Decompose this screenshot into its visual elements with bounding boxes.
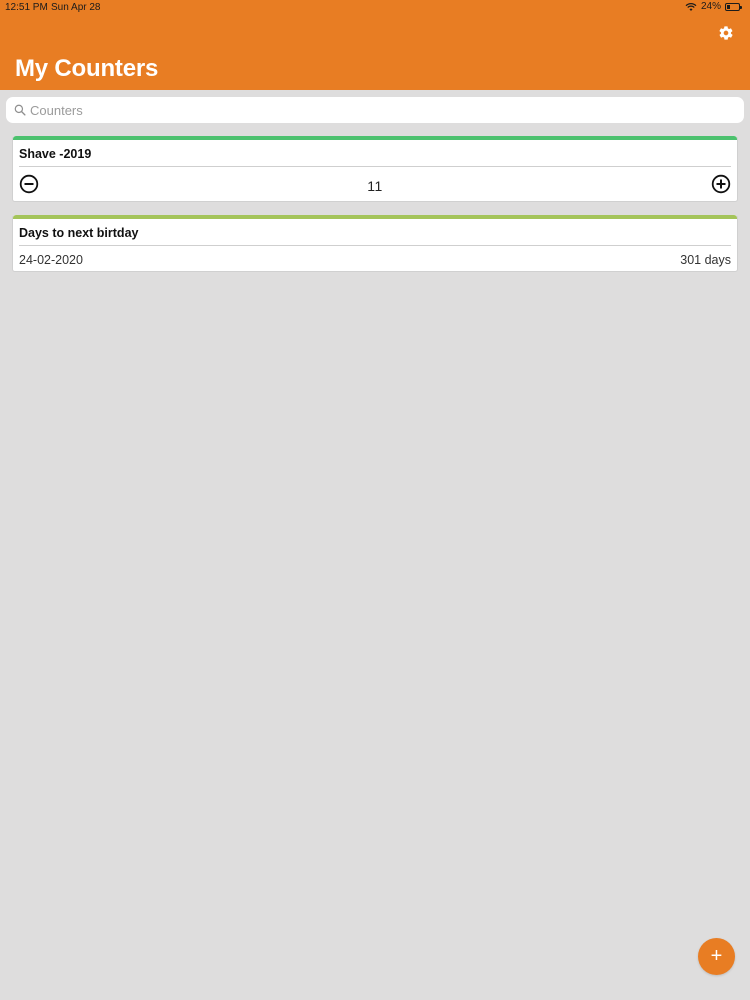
plus-icon: +	[710, 945, 723, 967]
search-input[interactable]	[30, 102, 720, 118]
date-counter-details: 24-02-2020 301 days	[13, 246, 737, 271]
date-counter-card-title: Days to next birtday	[19, 226, 139, 240]
counter-value: 11	[367, 178, 383, 194]
date-counter-card[interactable]: Days to next birtday 24-02-2020 301 days	[12, 215, 738, 272]
counter-controls: 11	[13, 167, 737, 201]
status-indicators: 24%	[685, 1, 742, 12]
add-counter-button[interactable]: +	[698, 938, 735, 975]
battery-percent: 24%	[700, 1, 721, 12]
status-date: Sun Apr 28	[51, 2, 101, 13]
search-icon	[14, 104, 26, 116]
status-bar: 12:51 PM Sun Apr 28 24%	[0, 0, 750, 16]
header-bar: 12:51 PM Sun Apr 28 24% My Counters	[0, 0, 750, 90]
counter-card-title: Shave -2019	[19, 147, 92, 161]
page-title: My Counters	[15, 55, 159, 82]
date-counter-date: 24-02-2020	[19, 253, 83, 267]
increment-button[interactable]	[711, 174, 731, 194]
app: 12:51 PM Sun Apr 28 24% My Counters Coun…	[0, 0, 750, 1000]
battery-level	[727, 4, 730, 9]
search-bar[interactable]	[6, 97, 744, 123]
battery-icon	[725, 2, 742, 11]
gear-icon[interactable]	[718, 25, 734, 41]
wifi-icon	[685, 2, 697, 11]
counter-card[interactable]: Shave -2019 11	[12, 136, 738, 202]
date-counter-days: 301 days	[680, 253, 731, 267]
status-time: 12:51 PM	[5, 2, 48, 13]
